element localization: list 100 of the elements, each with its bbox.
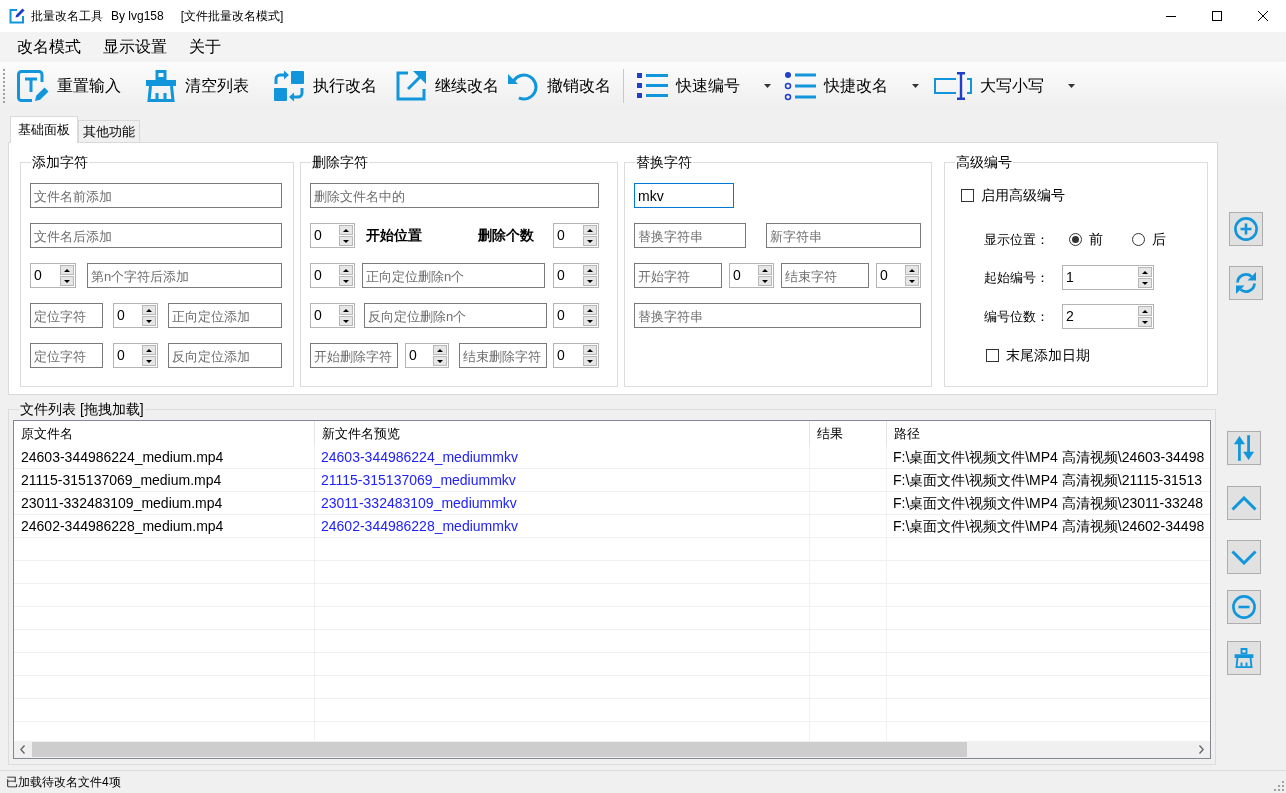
spin-down-button[interactable]	[1138, 317, 1152, 327]
text-field[interactable]: 反向定位删除n个	[364, 303, 547, 328]
toolbar-button[interactable]: 清空列表	[141, 66, 253, 106]
number-spinner[interactable]: 0	[553, 223, 599, 248]
tab[interactable]: 其他功能	[78, 120, 140, 142]
spin-up-button[interactable]	[60, 265, 74, 275]
number-spinner[interactable]: 0	[553, 303, 599, 328]
text-field[interactable]: 反向定位添加	[168, 343, 282, 368]
number-spinner[interactable]: 0	[553, 263, 599, 288]
text-field[interactable]: 正向定位删除n个	[362, 263, 545, 288]
spin-up-button[interactable]	[758, 265, 772, 275]
field-label: 开始位置	[366, 226, 423, 245]
text-field[interactable]: 删除文件名中的	[310, 183, 599, 208]
spin-down-button[interactable]	[142, 316, 156, 326]
broom-icon	[145, 70, 177, 102]
table-cell-text: F:\桌面文件\视频文件\MP4 高清视频\23011-33248	[892, 493, 1205, 513]
column-header[interactable]: 原文件名	[14, 421, 315, 446]
radio-label: 后	[1152, 230, 1166, 249]
horizontal-scrollbar[interactable]	[14, 741, 1211, 758]
toolbar-button[interactable]: 撤销改名	[503, 66, 615, 106]
spin-up-button[interactable]	[1138, 267, 1152, 277]
number-spinner[interactable]: 0	[30, 263, 76, 288]
text-field[interactable]: 结束删除字符	[459, 343, 547, 368]
text-field[interactable]: 定位字符	[30, 303, 103, 328]
text-field[interactable]: 开始删除字符	[310, 343, 398, 368]
spin-up-button[interactable]	[142, 345, 156, 355]
tab[interactable]: 基础面板	[10, 116, 78, 143]
toolbar-button[interactable]: 继续改名	[391, 66, 503, 106]
number-spinner[interactable]: 0	[310, 223, 355, 248]
text-field[interactable]: 文件名后添加	[30, 223, 282, 248]
up-triangle-icon	[762, 268, 768, 272]
toolbar-button[interactable]: 大写小写	[930, 66, 1079, 106]
spin-down-button[interactable]	[583, 276, 597, 286]
menu-item[interactable]: 显示设置	[92, 34, 178, 60]
sort-arrows-icon	[1233, 435, 1255, 461]
column-header[interactable]: 新文件名预览	[315, 421, 810, 446]
scrollbar-thumb[interactable]	[32, 742, 967, 757]
spin-down-button[interactable]	[583, 236, 597, 246]
checkbox[interactable]	[986, 349, 999, 362]
text-field[interactable]: 文件名前添加	[30, 183, 282, 208]
spin-up-button[interactable]	[583, 305, 597, 315]
spin-up-button[interactable]	[339, 265, 353, 275]
resize-grip-icon	[1274, 781, 1284, 791]
menu-item[interactable]: 关于	[178, 34, 232, 60]
down-triangle-icon	[146, 359, 152, 363]
checkbox[interactable]	[961, 189, 974, 202]
spin-up-button[interactable]	[905, 265, 919, 275]
spin-up-button[interactable]	[1138, 306, 1152, 316]
text-field[interactable]: 开始字符	[634, 263, 722, 288]
spin-down-button[interactable]	[905, 276, 919, 286]
number-spinner[interactable]: 2	[1062, 304, 1154, 329]
number-spinner[interactable]: 0	[405, 343, 449, 368]
spin-down-button[interactable]	[433, 356, 447, 366]
plus-circle-icon	[1234, 217, 1258, 241]
down-triangle-icon	[762, 279, 768, 283]
number-spinner[interactable]: 1	[1062, 265, 1154, 290]
spin-down-button[interactable]	[1138, 278, 1152, 288]
text-field[interactable]: 正向定位添加	[168, 303, 282, 328]
text-field[interactable]: 第n个字符后添加	[87, 263, 282, 288]
spin-down-button[interactable]	[339, 316, 353, 326]
spin-up-button[interactable]	[583, 225, 597, 235]
text-field[interactable]: 替换字符串	[634, 303, 921, 328]
column-header[interactable]: 路径	[887, 421, 1211, 446]
spin-down-button[interactable]	[142, 356, 156, 366]
number-spinner[interactable]: 0	[310, 263, 355, 288]
number-spinner[interactable]: 0	[553, 343, 599, 368]
spin-down-button[interactable]	[60, 276, 74, 286]
up-triangle-icon	[587, 268, 593, 272]
spin-up-button[interactable]	[583, 265, 597, 275]
spin-up-button[interactable]	[433, 345, 447, 355]
spin-down-button[interactable]	[583, 316, 597, 326]
number-spinner[interactable]: 0	[113, 343, 158, 368]
down-triangle-icon	[587, 359, 593, 363]
toolbar-button[interactable]: 快捷改名	[780, 66, 923, 106]
table-cell: 23011-332483109_medium.mp4	[14, 492, 315, 514]
toolbar-button[interactable]: 快速编号	[632, 66, 775, 106]
toolbar-button[interactable]: 重置输入	[13, 66, 125, 106]
spin-up-button[interactable]	[142, 305, 156, 315]
spin-up-button[interactable]	[339, 305, 353, 315]
spin-down-button[interactable]	[339, 236, 353, 246]
menu-item[interactable]: 改名模式	[6, 34, 92, 60]
edit-icon	[9, 8, 25, 24]
spin-up-button[interactable]	[339, 225, 353, 235]
column-header[interactable]: 结果	[810, 421, 887, 446]
number-spinner[interactable]: 0	[876, 263, 921, 288]
radio-button[interactable]	[1069, 233, 1082, 246]
number-spinner[interactable]: 0	[113, 303, 158, 328]
text-field[interactable]: 结束字符	[781, 263, 869, 288]
number-spinner[interactable]: 0	[729, 263, 774, 288]
spin-down-button[interactable]	[583, 356, 597, 366]
text-field[interactable]: mkv	[634, 183, 734, 208]
number-spinner[interactable]: 0	[310, 303, 355, 328]
spin-up-button[interactable]	[583, 345, 597, 355]
spin-down-button[interactable]	[339, 276, 353, 286]
text-field[interactable]: 定位字符	[30, 343, 103, 368]
text-field[interactable]: 替换字符串	[634, 223, 746, 248]
text-field[interactable]: 新字符串	[766, 223, 921, 248]
toolbar-button[interactable]: 执行改名	[269, 66, 381, 106]
radio-button[interactable]	[1132, 233, 1145, 246]
spin-down-button[interactable]	[758, 276, 772, 286]
